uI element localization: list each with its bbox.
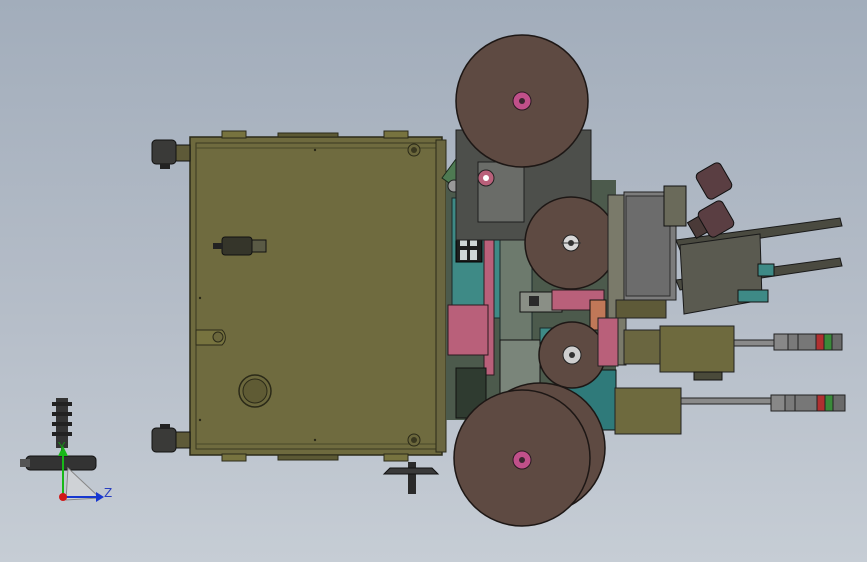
roll-lower-small[interactable] <box>538 321 606 389</box>
lower-gearbox[interactable] <box>680 394 846 412</box>
triad-z-arrowhead <box>96 492 104 502</box>
caster-bottom-left[interactable] <box>151 424 191 453</box>
main-cabinet[interactable] <box>189 130 447 462</box>
caster-top-left[interactable] <box>151 139 191 169</box>
roll-middle[interactable] <box>524 196 618 290</box>
upper-gearbox[interactable] <box>659 325 843 381</box>
handwheel-bottom[interactable] <box>382 462 440 494</box>
triad-origin <box>59 493 67 501</box>
cad-model-scene[interactable] <box>0 0 867 562</box>
angled-feed-arms[interactable] <box>663 161 843 315</box>
triad-y-label: Y <box>58 440 66 454</box>
roll-top-large[interactable] <box>455 34 589 168</box>
triad-z-label: Z <box>104 486 113 500</box>
cad-viewport[interactable]: Y Z <box>0 0 867 562</box>
